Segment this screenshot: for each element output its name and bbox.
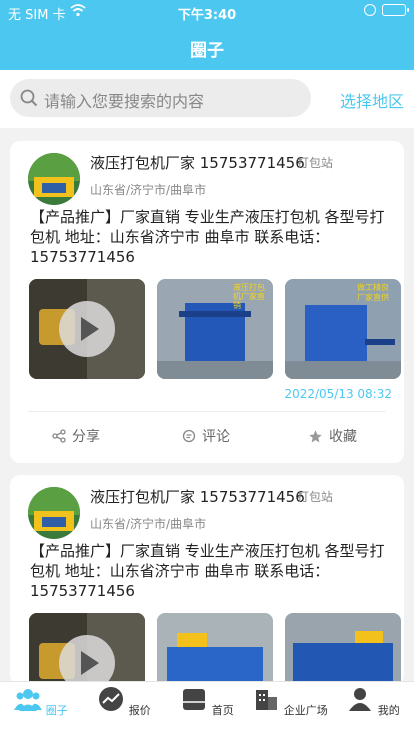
tab-home[interactable]: 首页 (166, 686, 248, 718)
image-thumbnail[interactable]: 做工精良 厂家直供 (285, 279, 401, 379)
star-icon (309, 429, 322, 442)
home-icon (183, 689, 206, 710)
search-input[interactable]: 请输入您要搜索的内容 (10, 79, 311, 117)
post-location: 山东省/济宁市/曲阜市 (90, 183, 207, 197)
post-author: 液压打包机厂家 15753771456 (90, 488, 305, 506)
video-thumbnail[interactable] (29, 279, 145, 379)
post-location: 山东省/济宁市/曲阜市 (90, 517, 207, 531)
chart-icon (99, 687, 124, 711)
play-icon[interactable] (59, 635, 115, 685)
comment-icon (182, 429, 196, 443)
bottom-tab-bar: 圈子 报价 首页 企业广场 我的 (0, 681, 414, 736)
search-placeholder: 请输入您要搜索的内容 (44, 92, 205, 111)
post-author: 液压打包机厂家 15753771456 (90, 154, 305, 172)
post-date: 2022/05/13 08:32 (284, 387, 392, 401)
tab-enterprise[interactable]: 企业广场 (249, 686, 331, 718)
post-content: 【产品推广】厂家直销 专业生产液压打包机 各型号打包机 地址：山东省济宁市 曲阜… (30, 208, 385, 266)
image-caption: 做工精良 厂家直供 (357, 283, 389, 302)
tab-quote[interactable]: 报价 (83, 686, 165, 718)
orientation-lock-icon (364, 4, 376, 16)
tab-label: 圈子 (45, 704, 68, 717)
image-thumbnail[interactable] (157, 613, 273, 685)
tab-circle[interactable]: 圈子 (0, 686, 82, 718)
video-thumbnail[interactable] (29, 613, 145, 685)
play-icon[interactable] (59, 301, 115, 357)
comment-label: 评论 (202, 429, 230, 445)
page-title: 圈子 (190, 41, 224, 61)
select-region-button[interactable]: 选择地区 (340, 88, 404, 112)
tab-label: 报价 (128, 704, 151, 717)
app-header: 无 SIM 卡 下午3:40 圈子 (0, 0, 414, 70)
post-content: 【产品推广】厂家直销 专业生产液压打包机 各型号打包机 地址：山东省济宁市 曲阜… (30, 542, 385, 600)
user-icon (349, 688, 372, 711)
tab-label: 首页 (211, 704, 234, 717)
share-icon (52, 429, 66, 443)
building-icon (256, 690, 278, 710)
people-icon (14, 689, 43, 711)
favorite-button[interactable]: 收藏 (308, 426, 357, 446)
share-button[interactable]: 分享 (52, 426, 100, 446)
status-time: 下午3:40 (177, 8, 237, 23)
post-tag: 打包站 (297, 490, 334, 504)
post-tag: 打包站 (297, 156, 334, 170)
post-card[interactable]: 液压打包机厂家 15753771456 打包站 山东省/济宁市/曲阜市 【产品推… (10, 475, 404, 685)
tab-label: 我的 (377, 704, 400, 717)
share-label: 分享 (72, 429, 100, 445)
tab-mine[interactable]: 我的 (332, 686, 414, 718)
comment-button[interactable]: 评论 (182, 426, 230, 446)
avatar[interactable] (28, 153, 80, 205)
image-caption: 液压打包机厂家直销 (233, 283, 265, 310)
search-bar: 请输入您要搜索的内容 选择地区 (0, 70, 414, 128)
divider (28, 411, 386, 412)
favorite-label: 收藏 (329, 429, 357, 445)
avatar[interactable] (28, 487, 80, 539)
tab-label: 企业广场 (283, 704, 328, 717)
post-card[interactable]: 液压打包机厂家 15753771456 打包站 山东省/济宁市/曲阜市 【产品推… (10, 141, 404, 463)
status-bar: 无 SIM 卡 下午3:40 (0, 0, 414, 24)
image-thumbnail[interactable] (285, 613, 401, 685)
battery-icon (382, 4, 409, 16)
image-thumbnail[interactable]: 液压打包机厂家直销 (157, 279, 273, 379)
search-icon (20, 89, 38, 107)
